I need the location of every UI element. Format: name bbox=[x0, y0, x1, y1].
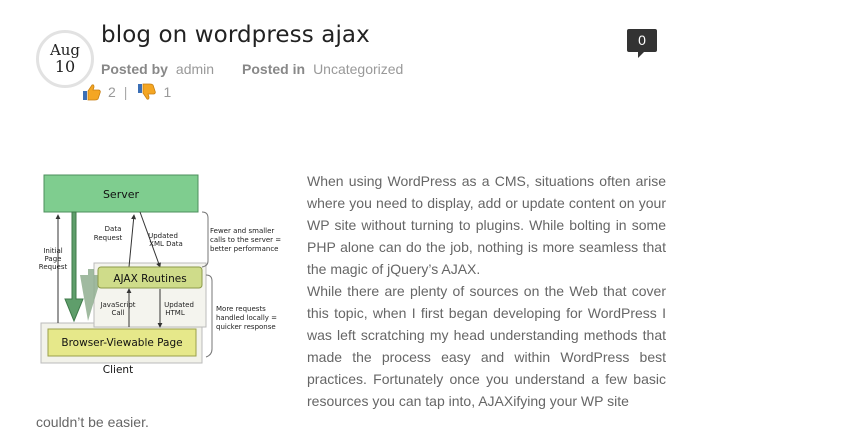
note-more-3: quicker response bbox=[216, 323, 276, 331]
data-request-line bbox=[128, 214, 137, 268]
post-paragraph-tail: couldn’t be easier. bbox=[36, 414, 149, 430]
server-label: Server bbox=[103, 188, 140, 201]
votes-separator: | bbox=[123, 84, 128, 100]
ajax-diagram: Server AJAX Routines Browser-Viewable Pa… bbox=[39, 174, 281, 376]
initial-request-arrow bbox=[64, 211, 84, 323]
initial-request-label-1: Initial bbox=[43, 247, 62, 255]
updated-html-label-2: HTML bbox=[165, 309, 185, 317]
post-content: When using WordPress as a CMS, situation… bbox=[307, 170, 666, 412]
post-votes: 2 | 1 bbox=[82, 83, 179, 101]
brace-more bbox=[205, 274, 213, 358]
post-date-badge: Aug 10 bbox=[36, 30, 94, 88]
updated-html-label-1: Updated bbox=[164, 301, 194, 309]
author-link[interactable]: admin bbox=[176, 61, 214, 77]
posted-by-label: Posted by bbox=[101, 61, 168, 77]
brace-fewer bbox=[201, 211, 209, 268]
updated-xml-label-1: Updated bbox=[148, 232, 178, 240]
post-date-month: Aug bbox=[49, 41, 81, 59]
comment-count-badge[interactable]: 0 bbox=[627, 29, 657, 58]
data-request-label-2: Request bbox=[94, 234, 123, 242]
data-request-label-1: Data bbox=[105, 225, 122, 233]
js-call-label-1: JavaScript bbox=[99, 301, 135, 309]
post-meta: Posted by admin Posted in Uncategorized bbox=[101, 61, 403, 77]
note-more-1: More requests bbox=[216, 305, 266, 313]
posted-in-label: Posted in bbox=[242, 61, 306, 77]
js-call-label-2: Call bbox=[111, 309, 124, 317]
note-fewer-1: Fewer and smaller bbox=[210, 227, 274, 235]
initial-request-label-3: Request bbox=[39, 263, 68, 271]
likes-count: 2 bbox=[108, 84, 116, 100]
thumbs-down-icon[interactable] bbox=[137, 83, 157, 101]
category-link[interactable]: Uncategorized bbox=[313, 61, 403, 77]
post-paragraph-1: When using WordPress as a CMS, situation… bbox=[307, 173, 666, 277]
note-fewer-3: better performance bbox=[210, 245, 278, 253]
ajax-routines-label: AJAX Routines bbox=[113, 273, 186, 285]
post-date-day: 10 bbox=[54, 57, 76, 76]
blog-post: Aug 10 blog on wordpress ajax Posted by a… bbox=[0, 0, 850, 440]
post-title-link[interactable]: blog on wordpress ajax bbox=[101, 22, 370, 48]
note-fewer-2: calls to the server = bbox=[210, 236, 281, 244]
browser-page-label: Browser-Viewable Page bbox=[61, 337, 182, 349]
updated-xml-label-2: XML Data bbox=[149, 240, 183, 248]
note-more-2: handled locally = bbox=[216, 314, 277, 322]
initial-request-label-2: Page bbox=[45, 255, 62, 263]
thumbs-up-icon[interactable] bbox=[82, 83, 102, 101]
dislikes-count: 1 bbox=[163, 84, 172, 100]
client-label: Client bbox=[103, 364, 133, 376]
post-paragraph-2: While there are plenty of sources on the… bbox=[307, 283, 666, 409]
